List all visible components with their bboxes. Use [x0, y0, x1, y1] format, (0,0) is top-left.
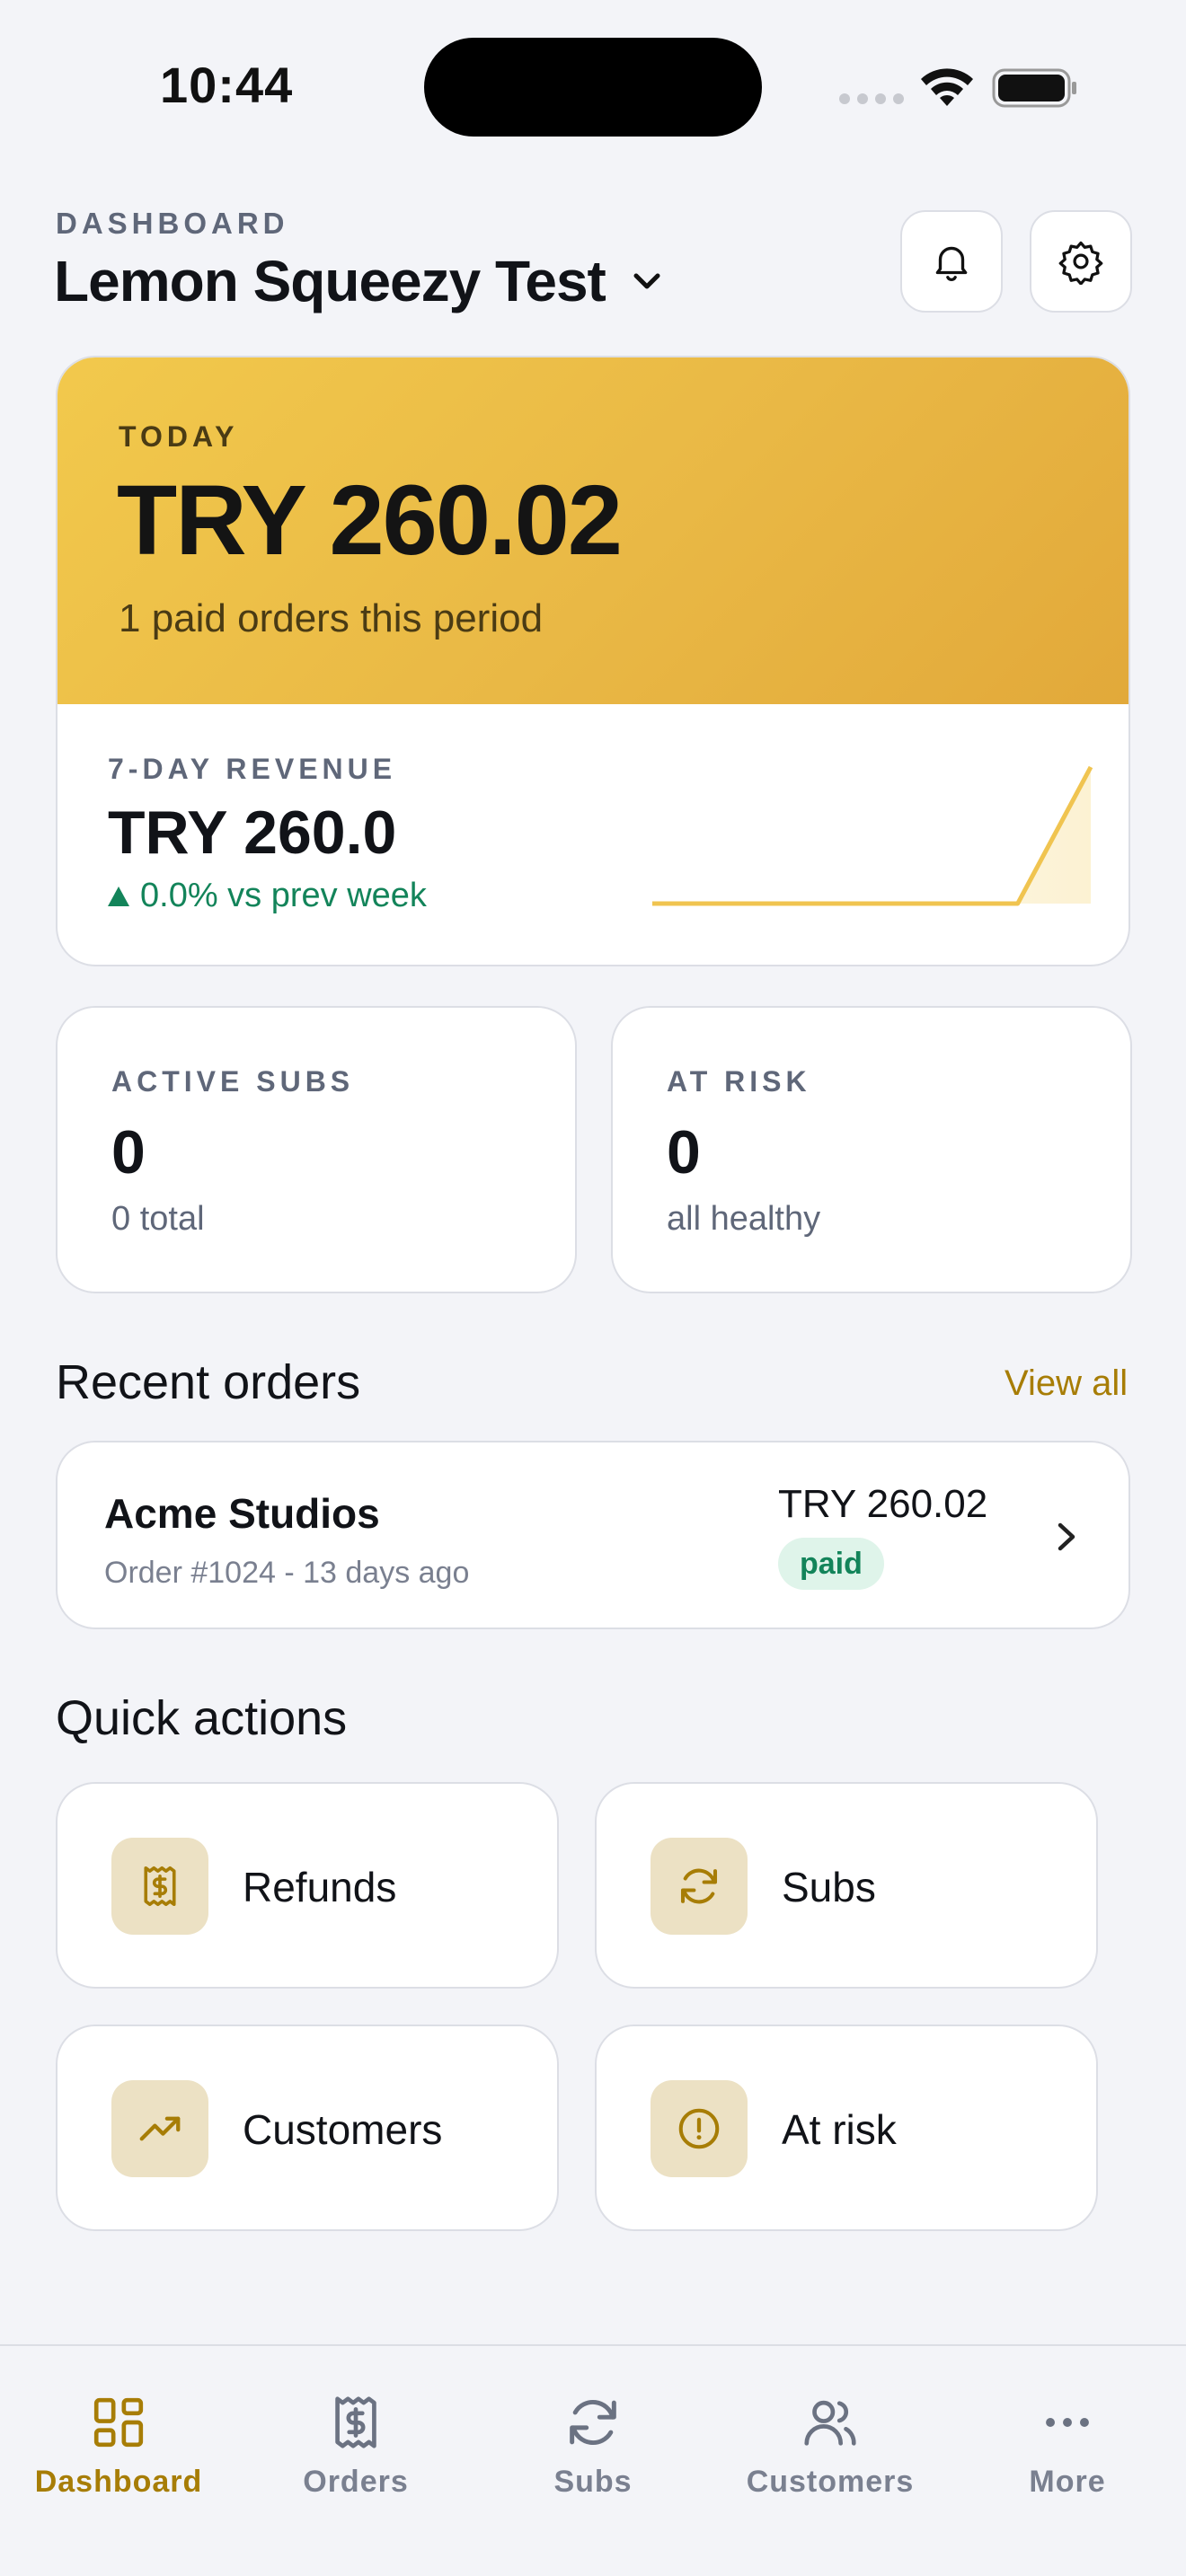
- receipt-dollar-icon: [335, 2396, 376, 2448]
- stat-value: 0: [667, 1118, 701, 1187]
- store-name: Lemon Squeezy Test: [54, 249, 606, 313]
- bell-icon: [935, 246, 968, 282]
- quick-action-at-risk[interactable]: At risk: [595, 2025, 1098, 2231]
- tab-label: Orders: [303, 2465, 409, 2499]
- today-revenue-panel: TODAY TRY 260.02 1 paid orders this peri…: [58, 357, 1128, 704]
- gear-icon: [1058, 241, 1103, 285]
- quick-actions-heading: Quick actions: [56, 1691, 348, 1745]
- cellular-signal-icon: [839, 93, 904, 104]
- order-row[interactable]: Acme Studios Order #1024 - 13 days ago T…: [56, 1441, 1130, 1629]
- sparkline-area: [652, 767, 1091, 904]
- tab-dashboard[interactable]: Dashboard: [11, 2391, 226, 2517]
- view-all-orders-link[interactable]: View all: [1005, 1363, 1128, 1404]
- tab-bar: Dashboard Orders Subs Customers More: [0, 2344, 1186, 2576]
- stat-subtext: all healthy: [667, 1200, 821, 1238]
- stat-value: 0: [111, 1118, 146, 1187]
- trending-up-icon: [111, 2080, 208, 2177]
- users-icon: [804, 2400, 856, 2446]
- notifications-button[interactable]: [900, 210, 1003, 313]
- battery-icon: [992, 68, 1076, 108]
- revenue-hero-card[interactable]: TODAY TRY 260.02 1 paid orders this peri…: [56, 356, 1130, 966]
- tab-more[interactable]: More: [960, 2391, 1175, 2517]
- tab-label: More: [1029, 2465, 1106, 2499]
- order-meta: Order #1024 - 13 days ago: [104, 1556, 470, 1590]
- today-revenue-value: TRY 260.02: [117, 465, 623, 576]
- stat-label: ACTIVE SUBS: [111, 1065, 355, 1098]
- sparkline-line: [652, 765, 1093, 906]
- tab-orders[interactable]: Orders: [248, 2391, 464, 2517]
- refresh-icon: [651, 1838, 748, 1935]
- at-risk-card[interactable]: AT RISK 0 all healthy: [611, 1006, 1132, 1293]
- header-eyebrow: DASHBOARD: [56, 207, 289, 240]
- status-time: 10:44: [160, 57, 294, 113]
- quick-action-label: Refunds: [243, 1864, 397, 1910]
- recent-orders-heading: Recent orders: [56, 1355, 361, 1409]
- stat-subtext: 0 total: [111, 1200, 205, 1238]
- stat-label: AT RISK: [667, 1065, 811, 1098]
- tab-label: Subs: [553, 2465, 633, 2499]
- chevron-down-icon: [633, 273, 660, 289]
- tab-label: Customers: [746, 2465, 915, 2499]
- weekly-revenue-value: TRY 260.0: [108, 798, 397, 867]
- revenue-sparkline: [652, 765, 1093, 906]
- today-label: TODAY: [119, 420, 239, 453]
- quick-action-subs[interactable]: Subs: [595, 1782, 1098, 1989]
- quick-action-label: Customers: [243, 2106, 443, 2153]
- order-status-badge: paid: [778, 1538, 884, 1590]
- weekly-revenue-delta: 0.0% vs prev week: [108, 877, 427, 915]
- refresh-icon: [570, 2399, 616, 2446]
- receipt-dollar-icon: [111, 1838, 208, 1935]
- today-orders-count: 1 paid orders this period: [119, 596, 544, 640]
- weekly-revenue-delta-text: 0.0% vs prev week: [140, 877, 427, 914]
- quick-action-label: Subs: [782, 1864, 876, 1910]
- quick-action-label: At risk: [782, 2106, 897, 2153]
- order-customer-name: Acme Studios: [104, 1490, 380, 1537]
- alert-circle-icon: [651, 2080, 748, 2177]
- tab-customers[interactable]: Customers: [722, 2391, 938, 2517]
- status-bar: 10:44: [0, 0, 1186, 171]
- active-subs-card[interactable]: ACTIVE SUBS 0 0 total: [56, 1006, 577, 1293]
- order-amount: TRY 260.02: [778, 1482, 988, 1526]
- chevron-right-icon: [1058, 1522, 1075, 1551]
- settings-button[interactable]: [1030, 210, 1132, 313]
- dynamic-island: [424, 38, 762, 137]
- wifi-icon: [921, 68, 973, 106]
- tab-label: Dashboard: [34, 2465, 203, 2499]
- trend-up-icon: [108, 886, 129, 906]
- quick-action-refunds[interactable]: Refunds: [56, 1782, 559, 1989]
- tab-subs[interactable]: Subs: [485, 2391, 701, 2517]
- more-icon: [1046, 2418, 1089, 2427]
- quick-action-customers[interactable]: Customers: [56, 2025, 559, 2231]
- store-switcher[interactable]: Lemon Squeezy Test: [54, 248, 667, 314]
- weekly-revenue-label: 7-DAY REVENUE: [108, 753, 397, 785]
- grid-icon: [93, 2397, 144, 2448]
